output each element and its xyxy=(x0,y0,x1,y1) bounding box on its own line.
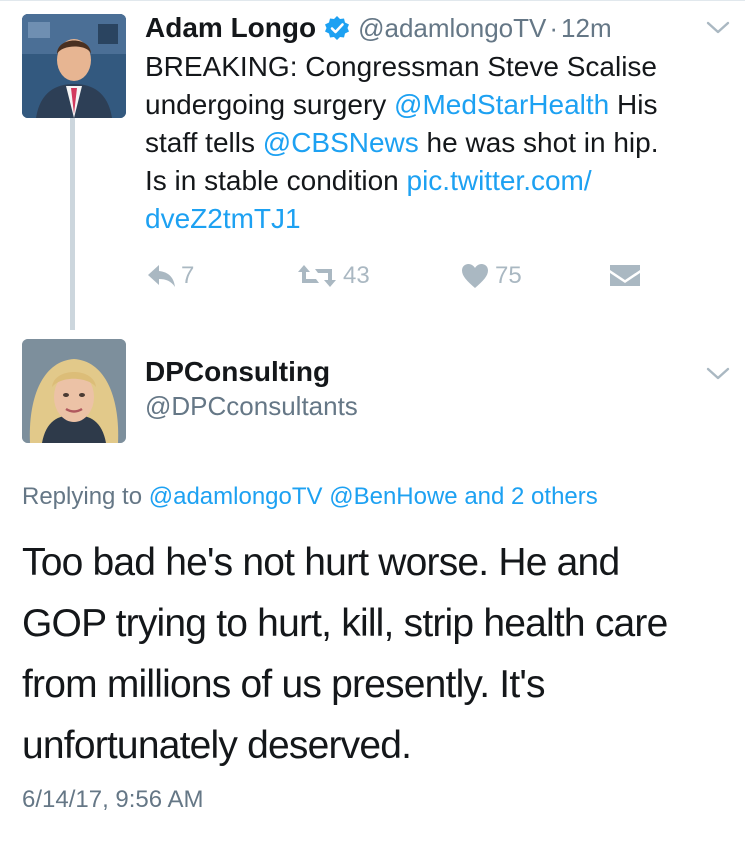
tweet-timestamp[interactable]: 6/14/17, 9:56 AM xyxy=(22,786,203,814)
author-handle[interactable]: @DPCconsultants xyxy=(145,391,358,422)
retweet-icon xyxy=(298,265,336,287)
tweet-line: staff tells @CBSNews he was shot in hip. xyxy=(145,124,735,162)
tweet-line: dveZ2tmTJ1 xyxy=(145,200,735,238)
reply-line: GOP trying to hurt, kill, strip health c… xyxy=(22,602,668,645)
avatar-adam-longo[interactable] xyxy=(22,14,126,118)
chevron-down-icon[interactable] xyxy=(705,366,731,382)
author-handle[interactable]: @adamlongoTV xyxy=(358,13,546,44)
heart-icon xyxy=(462,264,488,288)
tweet-time[interactable]: 12m xyxy=(561,13,612,44)
like-count: 75 xyxy=(495,262,522,289)
tweet2-text: Too bad he's not hurt worse. He and GOP t… xyxy=(22,532,732,776)
retweet-button[interactable]: 43 xyxy=(297,262,370,290)
reply-line: Too bad he's not hurt worse. He and xyxy=(22,541,620,584)
retweet-count: 43 xyxy=(343,262,370,289)
tweet-text-segment: he was shot in hip. xyxy=(418,127,659,158)
tweet-text-segment: Is in stable condition xyxy=(145,165,407,196)
avatar-dpconsulting[interactable] xyxy=(22,339,126,443)
author-name[interactable]: DPConsulting xyxy=(145,356,330,388)
tweet1-text: BREAKING: Congressman Steve Scalise under… xyxy=(145,48,735,238)
tweet-text-segment: BREAKING: Congressman Steve Scalise xyxy=(145,51,657,82)
mention-link[interactable]: @adamlongoTV xyxy=(149,483,323,510)
tweet-text-segment: His xyxy=(609,89,658,120)
tweet-link[interactable]: dveZ2tmTJ1 xyxy=(145,203,301,234)
direct-message-icon xyxy=(610,265,640,286)
verified-badge-icon xyxy=(324,15,350,41)
mention-link[interactable]: @BenHowe xyxy=(329,483,457,510)
reply-icon xyxy=(148,265,175,287)
tweet1-header: Adam Longo @adamlongoTV · 12m xyxy=(145,10,612,46)
tweet-link[interactable]: pic.twitter.com/ xyxy=(407,165,592,196)
reply-line: unfortunately deserved. xyxy=(22,724,412,767)
tweet-text-segment: staff tells xyxy=(145,127,263,158)
chevron-down-icon[interactable] xyxy=(705,20,731,36)
tweet-line: BREAKING: Congressman Steve Scalise xyxy=(145,48,735,86)
author-name[interactable]: Adam Longo xyxy=(145,12,316,44)
top-divider xyxy=(0,0,745,1)
separator-dot: · xyxy=(549,12,559,43)
replying-to: Replying to @adamlongoTV @BenHowe and 2 … xyxy=(22,483,598,511)
direct-message-button[interactable] xyxy=(609,262,641,288)
reply-count: 7 xyxy=(181,262,195,289)
tweet-line: undergoing surgery @MedStarHealth His xyxy=(145,86,735,124)
tweet-link[interactable]: @CBSNews xyxy=(263,127,419,158)
reply-button[interactable]: 7 xyxy=(145,262,194,290)
tweet-text-segment: undergoing surgery xyxy=(145,89,395,120)
tweet-link[interactable]: @MedStarHealth xyxy=(394,89,609,120)
others-link[interactable]: and 2 others xyxy=(464,483,597,510)
replying-prefix: Replying to xyxy=(22,483,149,510)
thread-line xyxy=(70,118,75,330)
tweet-line: Is in stable condition pic.twitter.com/ xyxy=(145,162,735,200)
reply-line: from millions of us presently. It's xyxy=(22,663,546,706)
like-button[interactable]: 75 xyxy=(461,262,522,290)
